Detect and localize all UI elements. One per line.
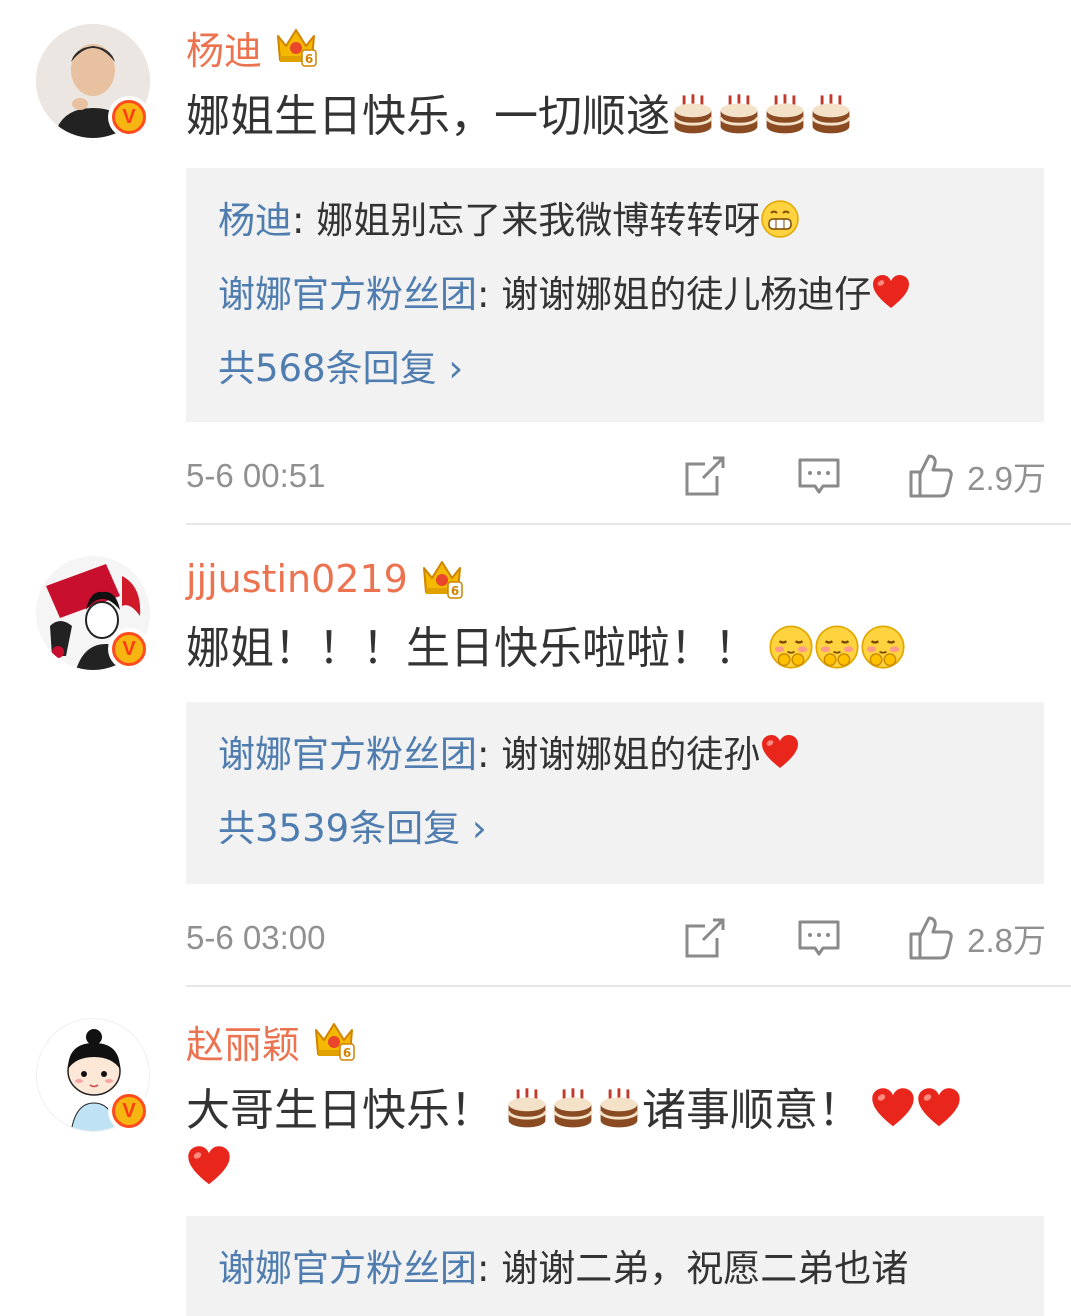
divider	[186, 985, 1071, 987]
reply-box[interactable]: 杨迪: 娜姐别忘了来我微博转转呀 谢娜官方粉丝团: 谢谢娜姐的徒儿杨迪仔 共56…	[186, 168, 1044, 422]
reply-item[interactable]: 谢娜官方粉丝团: 谢谢娜姐的徒孙	[218, 718, 1044, 792]
reply-username[interactable]: 谢娜官方粉丝团	[218, 1247, 477, 1290]
verified-badge-icon: V	[108, 628, 150, 670]
cake-icon	[550, 1086, 596, 1132]
username[interactable]: 赵丽颖	[186, 1014, 300, 1069]
comment-icon[interactable]	[797, 454, 841, 498]
thumbs-up-icon	[907, 914, 955, 962]
reply-item[interactable]: 杨迪: 娜姐别忘了来我微博转转呀	[218, 184, 1044, 258]
reply-text: 谢谢娜姐的徒儿杨迪仔	[501, 273, 872, 316]
reply-username[interactable]: 谢娜官方粉丝团	[218, 733, 477, 776]
shy-icon	[768, 624, 814, 670]
comment-icon[interactable]	[797, 916, 841, 960]
timestamp: 5-6 00:51	[186, 457, 326, 494]
cake-icon	[762, 92, 808, 138]
reply-box[interactable]: 谢娜官方粉丝团: 谢谢娜姐的徒孙 共3539条回复 ›	[186, 702, 1044, 884]
comment-text: 娜姐生日快乐，一切顺遂	[186, 88, 1026, 146]
cake-icon	[596, 1086, 642, 1132]
more-replies-link[interactable]: 共568条回复 ›	[218, 332, 1044, 406]
verified-badge-icon: V	[108, 1090, 150, 1132]
reply-box[interactable]: 谢娜官方粉丝团: 谢谢二弟，祝愿二弟也诸	[186, 1216, 1044, 1316]
thumbs-up-icon	[907, 452, 955, 500]
crown-icon	[274, 26, 318, 68]
heart-icon	[186, 1144, 232, 1190]
username[interactable]: 杨迪	[186, 20, 262, 75]
reply-text: 娜姐别忘了来我微博转转呀	[316, 199, 761, 242]
comment-text: 娜姐！！！生日快乐啦啦！！	[186, 620, 1026, 678]
timestamp: 5-6 03:00	[186, 919, 326, 956]
share-icon[interactable]	[683, 916, 727, 960]
cake-icon	[504, 1086, 550, 1132]
heart-icon	[916, 1086, 962, 1132]
like-button[interactable]: 2.9万	[907, 452, 1046, 500]
shy-icon	[814, 624, 860, 670]
cake-icon	[670, 92, 716, 138]
like-count: 2.8万	[967, 922, 1046, 959]
comment-text: 大哥生日快乐！ 诸事顺意！	[186, 1082, 1026, 1198]
reply-username[interactable]: 谢娜官方粉丝团	[218, 273, 477, 316]
crown-icon	[312, 1020, 356, 1062]
username[interactable]: jjjustin0219	[186, 557, 408, 601]
share-icon[interactable]	[683, 454, 727, 498]
crown-icon	[420, 558, 464, 600]
reply-text: 谢谢二弟，祝愿二弟也诸	[501, 1247, 909, 1290]
reply-username[interactable]: 杨迪	[218, 199, 292, 242]
heart-icon	[760, 733, 800, 773]
cake-icon	[808, 92, 854, 138]
divider	[186, 523, 1071, 525]
like-button[interactable]: 2.8万	[907, 914, 1046, 962]
verified-badge-icon: V	[108, 96, 150, 138]
like-count: 2.9万	[967, 460, 1046, 497]
cake-icon	[716, 92, 762, 138]
reply-item[interactable]: 谢娜官方粉丝团: 谢谢二弟，祝愿二弟也诸	[218, 1232, 1044, 1306]
reply-item[interactable]: 谢娜官方粉丝团: 谢谢娜姐的徒儿杨迪仔	[218, 258, 1044, 332]
reply-text: 谢谢娜姐的徒孙	[501, 733, 761, 776]
more-replies-link[interactable]: 共3539条回复 ›	[218, 792, 1044, 866]
heart-icon	[870, 1086, 916, 1132]
heart-icon	[871, 273, 911, 313]
shy-icon	[860, 624, 906, 670]
grin-icon	[760, 199, 800, 239]
